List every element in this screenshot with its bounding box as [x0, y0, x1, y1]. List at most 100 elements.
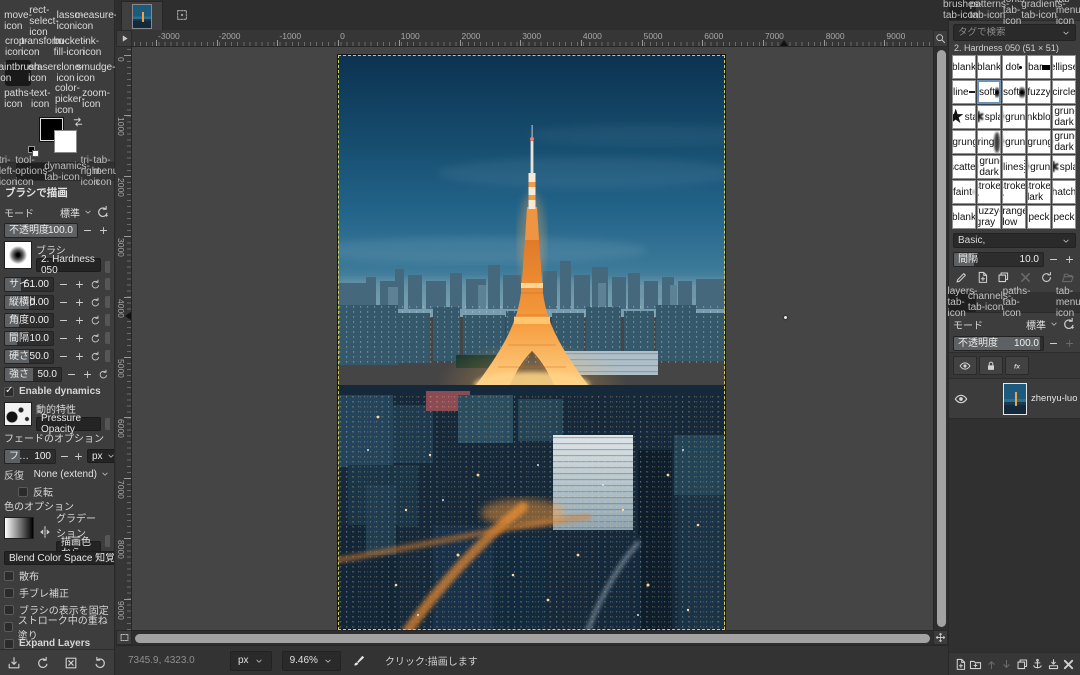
reset-layer-mode-button[interactable] — [1062, 317, 1076, 331]
dynamics-selector[interactable]: 動的特性 Pressure Opacity — [4, 402, 110, 430]
edit-dynamics-edge-icon[interactable] — [105, 418, 110, 430]
ink-tool[interactable]: ink-icon — [83, 34, 109, 60]
brush-swatch[interactable]: orange-glow — [1002, 205, 1026, 229]
paths-tool[interactable]: paths-icon — [5, 86, 31, 112]
layer-row[interactable]: zhenyu-luo — [949, 379, 1080, 419]
brush-swatch[interactable]: bar — [1027, 55, 1051, 79]
brush-swatch[interactable]: faint — [952, 180, 976, 204]
new-group-button[interactable] — [969, 658, 982, 671]
brush-swatch[interactable]: blank — [977, 55, 1001, 79]
tab-dnd-icon[interactable] — [171, 4, 193, 26]
smudge-tool[interactable]: smudge-icon — [83, 60, 109, 86]
dynamics-value[interactable]: Pressure Opacity — [36, 417, 101, 431]
param-slider[interactable]: 角度0.00 — [4, 313, 54, 328]
enable-dynamics-checkbox[interactable] — [4, 387, 14, 397]
opacity-increase-button[interactable] — [97, 223, 110, 237]
background-color-swatch[interactable] — [54, 130, 77, 153]
brush-swatch[interactable]: dot — [1002, 55, 1026, 79]
zoom-tool[interactable]: zoom-icon — [83, 86, 109, 112]
vertical-scrollbar[interactable] — [933, 47, 948, 630]
rect-select-tool[interactable]: rect-select-icon — [31, 8, 57, 34]
increase-button[interactable] — [73, 349, 86, 363]
opacity-slider[interactable]: 不透明度 100.0 — [4, 223, 78, 238]
increase-button[interactable] — [81, 367, 94, 381]
image-tab[interactable] — [121, 1, 163, 30]
increase-button[interactable] — [73, 313, 86, 327]
decrease-button[interactable] — [65, 367, 78, 381]
quick-mask-toggle[interactable] — [116, 630, 132, 645]
delete-preset-button[interactable] — [64, 656, 78, 670]
fade-decrease-button[interactable] — [59, 449, 70, 463]
navigation-button[interactable] — [933, 630, 948, 645]
brush-swatch[interactable]: soft — [977, 80, 1001, 104]
repeat-value[interactable]: None (extend) — [34, 469, 97, 480]
chevron-down-icon[interactable] — [83, 207, 93, 217]
decrease-button[interactable] — [57, 277, 70, 291]
delete-layer-button[interactable] — [1062, 658, 1075, 671]
brush-thumbnail[interactable] — [4, 241, 32, 269]
eye-lock-button[interactable] — [953, 356, 977, 375]
flip-gradient-button[interactable] — [38, 517, 52, 547]
brush-swatch[interactable]: fuzzy-gray — [977, 205, 1001, 229]
edit-brush-edge-icon[interactable] — [105, 261, 110, 273]
decrease-button[interactable] — [57, 313, 70, 327]
canvas[interactable] — [132, 47, 933, 630]
edit-brush-button[interactable] — [955, 271, 968, 284]
dynamics-thumbnail[interactable] — [4, 402, 32, 426]
increase-button[interactable] — [73, 277, 86, 291]
move-tool[interactable]: move-icon — [5, 8, 31, 34]
measure-tool[interactable]: measure-icon — [83, 8, 109, 34]
default-colors-icon[interactable] — [28, 146, 40, 158]
param-slider[interactable]: 強さ50.0 — [4, 367, 62, 382]
brush-swatch[interactable]: stroke-v — [977, 180, 1001, 204]
checkbox[interactable] — [4, 588, 14, 598]
brush-spacing-slider[interactable]: 間隔 10.0 — [953, 252, 1044, 267]
brush-swatch[interactable]: hatch — [1052, 180, 1076, 204]
mode-value[interactable]: 標準 — [60, 205, 80, 220]
chevron-down-icon[interactable] — [1061, 28, 1071, 38]
horizontal-scrollbar[interactable] — [132, 630, 933, 645]
edit-gradient-edge-icon[interactable] — [105, 535, 110, 547]
reset-button[interactable] — [89, 277, 102, 291]
gradient-selector[interactable]: グラデーション 描画色から — [4, 517, 110, 547]
spacing-increase-button[interactable] — [1063, 253, 1076, 267]
checkbox[interactable] — [4, 622, 13, 632]
opacity-decrease-button[interactable] — [81, 223, 94, 237]
increase-button[interactable] — [73, 295, 86, 309]
decrease-button[interactable] — [57, 349, 70, 363]
merge-down-button[interactable] — [1047, 658, 1060, 671]
link-to-brush-edge-icon[interactable] — [105, 350, 110, 362]
layer-thumbnail[interactable] — [1003, 383, 1027, 415]
brush-swatch[interactable]: grunge — [1002, 105, 1026, 129]
raise-layer-button[interactable] — [985, 658, 998, 671]
brush-swatch[interactable]: blank — [952, 55, 976, 79]
gradient-thumbnail[interactable] — [4, 517, 34, 539]
reset-button[interactable] — [89, 349, 102, 363]
tool-option-checkbox-row[interactable]: 散布 — [4, 567, 110, 584]
brush-swatch[interactable]: splat — [1052, 155, 1076, 179]
reset-button[interactable] — [89, 331, 102, 345]
spacing-decrease-button[interactable] — [1047, 253, 1060, 267]
tag-filter-dropdown[interactable]: Basic, — [953, 233, 1076, 248]
brush-swatch[interactable]: inkblot — [1027, 105, 1051, 129]
brush-swatch[interactable]: grunge-dark — [1052, 105, 1076, 129]
brush-name-value[interactable]: 2. Hardness 050 — [36, 258, 101, 272]
patterns-tab-tab[interactable]: patterns-tab-icon — [976, 0, 1003, 20]
reset-button[interactable] — [97, 367, 110, 381]
brush-swatch[interactable]: specks — [1027, 205, 1051, 229]
fade-increase-button[interactable] — [73, 449, 84, 463]
search-input[interactable] — [958, 27, 1061, 38]
brush-swatch[interactable]: line — [952, 80, 976, 104]
refresh-brushes-button[interactable] — [1040, 271, 1053, 284]
eraser-tool[interactable]: eraser-icon — [31, 60, 57, 86]
tab-menu-tab[interactable]: tab-menu-icon — [100, 163, 115, 180]
fx-lock-button[interactable]: fx — [1005, 356, 1029, 375]
tool-option-checkbox-row[interactable]: ストローク中の重ね塗り — [4, 618, 110, 635]
tab-menu-tab[interactable]: tab-menu-icon — [1060, 0, 1080, 20]
reset-tool-button[interactable] — [93, 656, 107, 670]
brush-swatch[interactable]: scatter — [952, 155, 976, 179]
brush-swatch[interactable]: stroke-v — [1002, 180, 1026, 204]
brush-swatch[interactable]: grunge2 — [1027, 130, 1051, 154]
brush-swatch[interactable]: grunge2 — [952, 130, 976, 154]
brush-selector[interactable]: ブラシ 2. Hardness 050 — [4, 241, 110, 273]
